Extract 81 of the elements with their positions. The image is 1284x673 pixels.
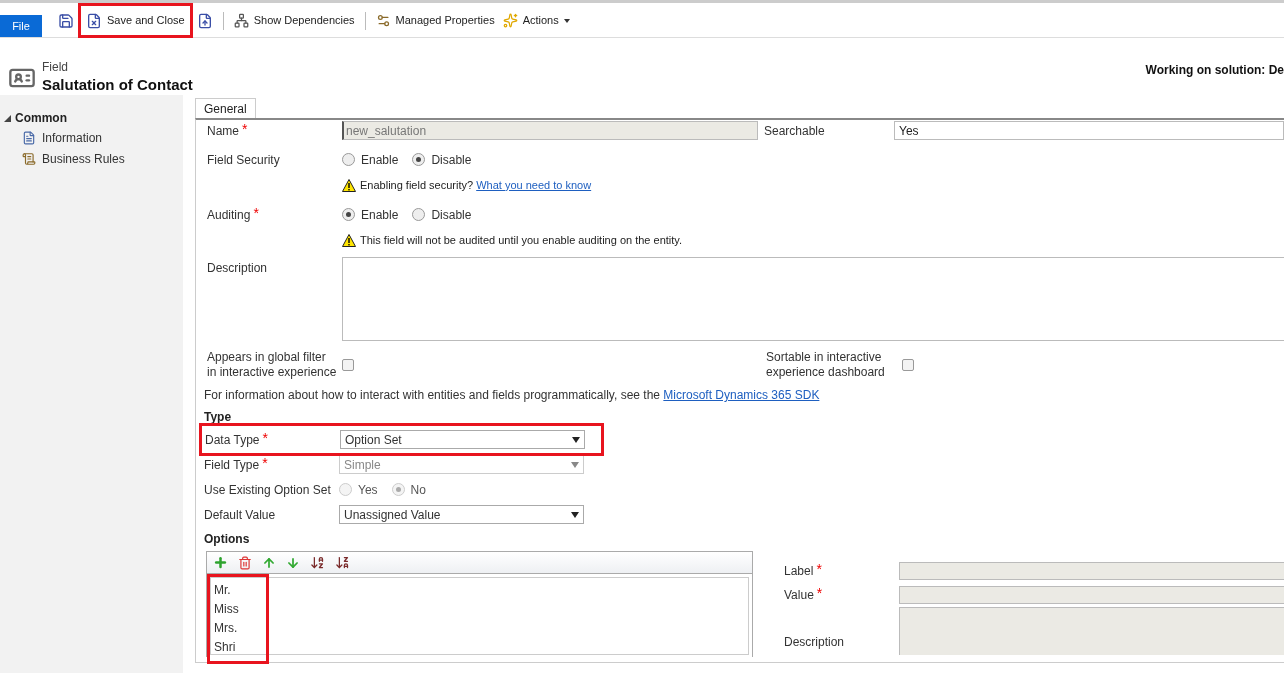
required-mark: * xyxy=(253,205,259,220)
caret-icon xyxy=(571,511,579,518)
nav-group-header[interactable]: Common xyxy=(4,109,183,127)
radio-option[interactable]: Enable xyxy=(342,150,399,169)
option-item[interactable]: Mr. xyxy=(214,580,266,599)
radio-button[interactable] xyxy=(342,208,355,221)
required-mark: * xyxy=(242,121,248,136)
field-label: Label xyxy=(784,563,814,580)
field-label: Description xyxy=(207,260,268,277)
nav-item[interactable]: Business Rules xyxy=(4,148,183,169)
hierarchy-icon xyxy=(233,13,249,28)
nav-item[interactable]: Information xyxy=(4,127,183,148)
move-down-icon[interactable] xyxy=(286,555,300,570)
radio-option[interactable]: Disable xyxy=(412,150,472,169)
input-field[interactable] xyxy=(899,586,1284,604)
record-title: Salutation of Contact xyxy=(42,75,193,95)
field-label: Data Type xyxy=(205,431,260,449)
option-item[interactable]: Miss xyxy=(214,599,266,618)
properties-icon xyxy=(375,13,391,28)
radio-button[interactable] xyxy=(412,208,426,221)
field-label: Appears in global filter in interactive experience xyxy=(207,350,337,380)
required-mark: * xyxy=(262,455,268,470)
dropdown-field[interactable]: Unassigned Value xyxy=(339,505,584,524)
option-item[interactable]: Mrs. xyxy=(214,618,266,637)
sdk-link[interactable]: Microsoft Dynamics 365 SDK xyxy=(663,388,820,402)
move-up-icon[interactable] xyxy=(262,555,276,570)
sort-descending-icon[interactable] xyxy=(335,555,350,570)
field-label: Sortable in interactive experience dashboard xyxy=(766,350,886,380)
field-label: Name xyxy=(207,122,239,140)
warning-icon xyxy=(342,233,356,247)
toolbar-button[interactable]: Show Dependencies xyxy=(229,3,359,38)
warning-text: Enabling field security? What you need to know xyxy=(360,177,592,193)
required-mark: * xyxy=(816,562,822,576)
document-icon xyxy=(22,130,36,145)
toolbar-button[interactable]: Save and Close xyxy=(78,3,193,38)
input-field[interactable] xyxy=(899,562,1284,580)
checkbox[interactable] xyxy=(342,359,354,371)
field-label: Searchable xyxy=(764,122,825,140)
dropdown-field[interactable]: Option Set xyxy=(340,430,585,449)
caret-icon xyxy=(563,18,570,23)
field-label: Field Type xyxy=(204,456,260,474)
radio-option[interactable]: Enable xyxy=(342,205,399,224)
save-close-icon xyxy=(86,12,102,29)
save-icon xyxy=(58,12,74,29)
warning-icon xyxy=(342,178,356,192)
rules-icon xyxy=(22,151,36,166)
document-icon xyxy=(196,12,213,29)
field-label: Field Security xyxy=(207,151,280,169)
star-icon xyxy=(502,13,518,28)
field-label: Description xyxy=(784,634,845,651)
add-icon[interactable] xyxy=(213,555,228,570)
searchable-field[interactable]: Yes xyxy=(894,121,1284,140)
radio-button[interactable] xyxy=(342,153,355,166)
field-label: Use Existing Option Set xyxy=(204,481,331,499)
help-link[interactable]: What you need to know xyxy=(476,178,592,191)
entity-type-label: Field xyxy=(42,60,69,74)
info-text: For information about how to interact with entities and fields programmatically, see the Microsoft Dynamics 365 SDK xyxy=(204,387,820,404)
expand-triangle-icon xyxy=(4,114,11,122)
radio-button[interactable] xyxy=(412,153,426,166)
section-heading: Options xyxy=(204,531,250,548)
section-heading: Type xyxy=(204,409,232,426)
field-label: Default Value xyxy=(204,506,276,524)
caret-icon xyxy=(572,436,580,443)
required-mark: * xyxy=(816,586,823,600)
sort-ascending-icon[interactable] xyxy=(310,555,325,570)
radio-option[interactable]: Disable xyxy=(412,205,472,224)
field-label: Auditing xyxy=(207,206,251,224)
delete-icon[interactable] xyxy=(238,555,252,570)
required-mark: * xyxy=(262,430,268,445)
warning-text: This field will not be audited until you enable auditing on the entity. xyxy=(360,232,683,248)
file-tab[interactable]: File xyxy=(0,15,42,37)
field-label: Value xyxy=(784,587,814,604)
solution-label: Working on solution: De xyxy=(1145,62,1284,79)
checkbox[interactable] xyxy=(902,359,914,371)
textarea-field[interactable] xyxy=(899,607,1284,655)
toolbar-button[interactable]: Actions xyxy=(498,3,574,38)
form-tab[interactable]: General xyxy=(195,98,256,118)
caret-icon xyxy=(571,461,579,468)
option-item[interactable]: Shri xyxy=(214,637,266,656)
description-field[interactable] xyxy=(342,257,1284,341)
toolbar-button[interactable]: Managed Properties xyxy=(371,3,499,38)
